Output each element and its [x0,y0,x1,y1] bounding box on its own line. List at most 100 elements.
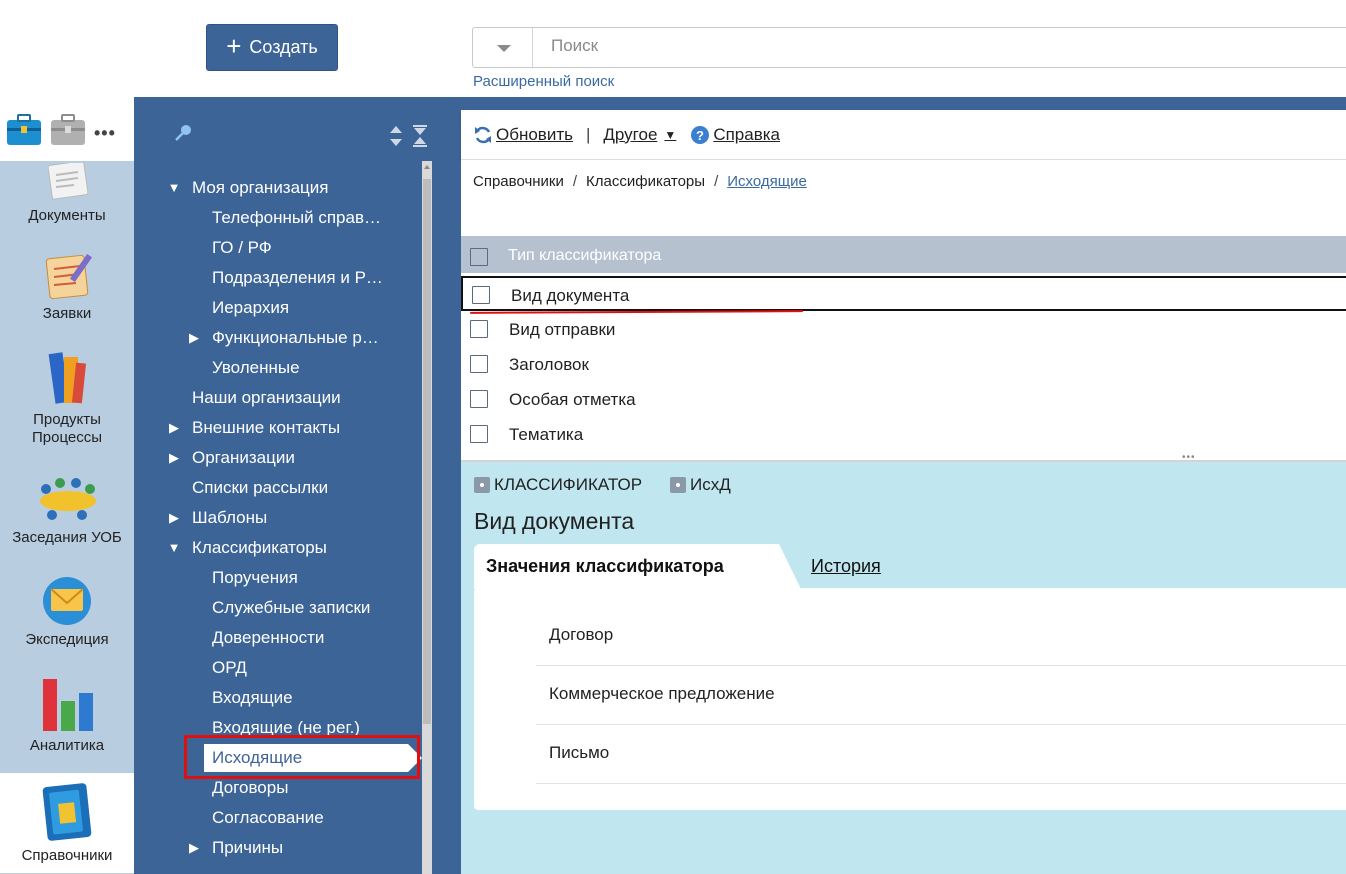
rail-label-analytics: Аналитика [29,737,105,754]
tree-item[interactable]: Телефонный справ… [212,204,381,232]
list-item[interactable]: Письмо [536,725,1346,784]
rail-item-analytics[interactable]: Аналитика [0,673,134,763]
help-icon: ? [691,125,710,144]
panel-splitter[interactable]: ••• [461,450,1346,463]
rail-item-expedition[interactable]: Экспедиция [0,569,134,659]
collapsed-arrow-icon[interactable]: ▶ [186,324,202,352]
tree-item[interactable]: ГО / РФ [212,234,272,262]
tree-scroll-thumb[interactable] [423,179,431,724]
tree-item[interactable]: Иерархия [212,294,289,322]
rail-item-directories[interactable]: Справочники [0,773,158,873]
briefcase-active-icon[interactable] [6,111,42,152]
tab-panel: Договор Коммерческое предложение Письмо [474,588,1346,810]
breadcrumb: Справочники / Классификаторы / Исходящие [473,173,807,190]
search-input[interactable] [551,36,1251,56]
row-checkbox[interactable] [470,355,488,373]
list-item[interactable]: Коммерческое предложение [536,666,1346,725]
breadcrumb-item-outgoing[interactable]: Исходящие [727,173,807,190]
row-label: Вид документа [511,286,630,305]
tree-item[interactable]: ОРД [212,654,247,682]
select-all-checkbox[interactable] [470,248,488,266]
rail-item-requests[interactable]: Заявки [0,249,134,339]
tree-item-label: Списки рассылки [192,478,329,497]
toolbar-separator: | [585,124,591,144]
tree-item[interactable]: Наши организации [192,384,341,412]
tree-item-label: Моя организация [192,178,329,197]
tree-item[interactable]: Уволенные [212,354,300,382]
row-checkbox[interactable] [472,286,490,304]
pin-icon[interactable] [174,123,194,148]
table-row[interactable]: Тематика [461,417,1346,452]
breadcrumb-item-directories[interactable]: Справочники [473,173,564,190]
help-label: Справка [713,124,781,144]
tree-item[interactable]: Служебные записки [212,594,370,622]
other-label: Другое [603,124,658,144]
create-button[interactable]: + Создать [206,24,338,71]
column-header-type[interactable]: Тип классификатора [508,247,661,265]
other-menu-button[interactable]: Другое ▼ [603,125,676,145]
search-box[interactable] [472,27,1346,68]
tree-item[interactable]: Списки рассылки [192,474,328,502]
briefcase-icon[interactable] [50,111,86,152]
help-button[interactable]: ? Справка [690,125,780,145]
tree-item[interactable]: ▶ Функциональные р… [189,324,379,352]
tree-item[interactable]: ▶ Шаблоны [169,504,267,532]
collapsed-arrow-icon[interactable]: ▶ [166,444,182,472]
tree-item-label: Уволенные [212,358,300,377]
rail-label-directories: Справочники [21,847,113,864]
tree-item[interactable]: ▼ Классификаторы [168,534,327,562]
list-item[interactable]: Договор [536,607,1346,666]
more-icon[interactable]: ••• [94,123,116,144]
tree-item[interactable]: Доверенности [212,624,324,652]
rail-item-documents[interactable]: Документы [0,160,134,243]
tree-item[interactable]: ▶ Причины [189,834,283,862]
rail-item-meetings[interactable]: Заседания УОБ [0,467,134,553]
tag-icon [670,477,687,493]
tree-item[interactable]: Согласование [212,804,324,832]
content-area: Справочники / Классификаторы / Исходящие Тип… [461,160,1346,460]
collapsed-arrow-icon[interactable]: ▶ [186,834,202,862]
table-row[interactable]: Особая отметка [461,382,1346,417]
plus-icon: + [226,31,242,61]
detail-pane: КЛАССИФИКАТОР ИсхД Вид документа Договор… [461,462,1346,874]
tab-history[interactable]: История [811,556,881,577]
collapsed-arrow-icon[interactable]: ▶ [166,414,182,442]
row-label: Заголовок [509,355,589,374]
tree-scrollbar[interactable] [422,161,432,874]
tree-item[interactable]: Поручения [212,564,298,592]
table-row[interactable]: Заголовок [461,347,1346,382]
tree-item[interactable]: ▶ Внешние контакты [169,414,340,442]
expanded-arrow-icon[interactable]: ▼ [166,534,182,562]
row-label: Вид отправки [509,320,616,339]
refresh-button[interactable]: Обновить [473,125,573,145]
tag-code: ИсхД [670,475,731,495]
tree-item-label: Служебные записки [212,598,371,617]
tab-classifier-values[interactable]: Значения классификатора [474,544,801,589]
tag-label: КЛАССИФИКАТОР [494,475,643,494]
grid-header: Тип классификатора [461,236,1346,273]
tree-item-label: ОРД [212,658,247,677]
documents-icon [47,160,89,200]
rail-item-products[interactable]: Продукты Процессы [0,347,134,451]
tree-item[interactable]: Входящие [212,684,293,712]
row-checkbox[interactable] [470,320,488,338]
tree-item[interactable]: ▶ Организации [169,444,295,472]
breadcrumb-item-classifiers[interactable]: Классификаторы [586,173,705,190]
table-row[interactable]: Вид документа [461,276,1346,311]
rail-label-documents: Документы [28,207,106,224]
scroll-up-icon[interactable] [424,165,430,169]
advanced-search-link[interactable]: Расширенный поиск [473,73,614,90]
tree-item[interactable]: ▼ Моя организация [168,174,329,202]
table-row[interactable]: Вид отправки [461,312,1346,347]
collapsed-arrow-icon[interactable]: ▶ [166,504,182,532]
search-dropdown-button[interactable] [473,28,533,67]
row-checkbox[interactable] [470,390,488,408]
row-checkbox[interactable] [470,425,488,443]
tree-item-label: Доверенности [212,628,325,647]
collapse-expand-icon[interactable] [388,125,404,152]
tag-classifier: КЛАССИФИКАТОР [474,475,642,495]
collapse-all-icon[interactable] [412,125,428,152]
tree-item[interactable]: Подразделения и Р… [212,264,383,292]
expanded-arrow-icon[interactable]: ▼ [166,174,182,202]
rail-label-requests: Заявки [42,305,92,322]
